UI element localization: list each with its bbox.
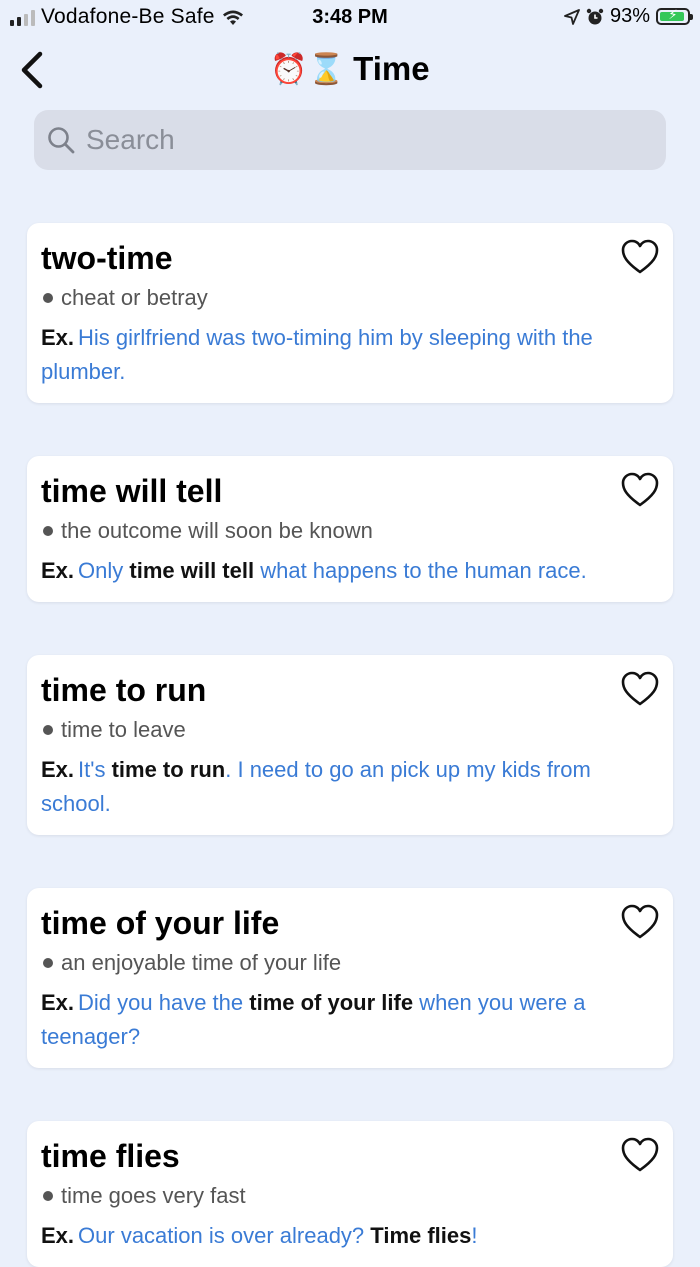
- idiom-meaning: time to leave: [41, 715, 659, 745]
- idiom-title: two-time: [41, 240, 173, 276]
- example-text: Only: [78, 558, 130, 583]
- battery-icon: ⚡: [656, 7, 693, 25]
- idiom-meaning: an enjoyable time of your life: [41, 948, 659, 978]
- favorite-button[interactable]: [621, 472, 659, 508]
- example-label: Ex.: [41, 325, 75, 350]
- idiom-meaning-text: cheat or betray: [61, 285, 208, 310]
- bullet-icon: [43, 958, 53, 968]
- alarm-clock-hourglass-icon: ⏰⌛: [270, 52, 346, 86]
- example-idiom-highlight: time will tell: [129, 558, 255, 583]
- example-text: !: [471, 1223, 478, 1248]
- idiom-title: time will tell: [41, 473, 223, 509]
- favorite-button[interactable]: [621, 239, 659, 275]
- favorite-button[interactable]: [621, 1137, 659, 1173]
- battery-percent: 93%: [609, 5, 650, 27]
- heart-icon: [621, 239, 659, 274]
- idiom-title: time of your life: [41, 905, 280, 941]
- nav-bar: ⏰⌛ Time: [0, 40, 700, 100]
- status-bar: Vodafone-Be Safe 3:48 PM 93% ⚡: [0, 0, 700, 36]
- example-text: Our vacation is over already?: [78, 1223, 371, 1248]
- bullet-icon: [43, 1191, 53, 1201]
- heart-icon: [621, 1137, 659, 1172]
- status-right: 93% ⚡: [564, 5, 693, 28]
- location-arrow-icon: [564, 8, 580, 25]
- idiom-card[interactable]: time to run time to leave Ex. It's time to …: [27, 655, 673, 835]
- idiom-meaning: cheat or betray: [41, 283, 659, 313]
- idiom-card[interactable]: time flies time goes very fast Ex. Our vaca…: [27, 1121, 673, 1267]
- idiom-meaning: the outcome will soon be known: [41, 516, 659, 546]
- search-input[interactable]: [84, 123, 648, 157]
- example-text: what happens to the human race.: [254, 558, 587, 583]
- example-idiom-highlight: Time flies: [370, 1223, 472, 1248]
- page-title-text: Time: [353, 50, 430, 87]
- example-text: His girlfriend was two-timing him by sle…: [41, 325, 593, 384]
- heart-icon: [621, 904, 659, 939]
- example-label: Ex.: [41, 558, 75, 583]
- example-idiom-highlight: time of your life: [249, 990, 414, 1015]
- idiom-meaning-text: an enjoyable time of your life: [61, 950, 342, 975]
- idiom-card[interactable]: time will tell the outcome will soon be k…: [27, 456, 673, 602]
- example-idiom-highlight: time to run: [111, 757, 226, 782]
- heart-icon: [621, 671, 659, 706]
- idiom-example: Ex. His girlfriend was two-timing him by …: [41, 321, 659, 389]
- example-label: Ex.: [41, 1223, 75, 1248]
- idiom-meaning-text: time to leave: [61, 717, 186, 742]
- example-label: Ex.: [41, 757, 75, 782]
- idiom-card[interactable]: time of your life an enjoyable time of yo…: [27, 888, 673, 1068]
- idiom-example: Ex. It's time to run. I need to go an pic…: [41, 753, 659, 821]
- idiom-example: Ex. Our vacation is over already? Time fl…: [41, 1219, 659, 1253]
- favorite-button[interactable]: [621, 671, 659, 707]
- heart-icon: [621, 472, 659, 507]
- idiom-example: Ex. Only time will tell what happens to t…: [41, 554, 659, 588]
- idiom-card[interactable]: two-time cheat or betray Ex. His girlfriend…: [27, 223, 673, 403]
- bullet-icon: [43, 725, 53, 735]
- favorite-button[interactable]: [621, 904, 659, 940]
- idiom-title: time flies: [41, 1138, 180, 1174]
- search-icon: [48, 127, 75, 154]
- example-text: Did you have the: [78, 990, 250, 1015]
- example-label: Ex.: [41, 990, 75, 1015]
- search-bar[interactable]: [34, 110, 666, 170]
- idiom-meaning-text: time goes very fast: [61, 1183, 246, 1208]
- bullet-icon: [43, 293, 53, 303]
- idiom-example: Ex. Did you have the time of your life wh…: [41, 986, 659, 1054]
- alarm-icon: [586, 8, 604, 24]
- bullet-icon: [43, 526, 53, 536]
- example-text: It's: [78, 757, 112, 782]
- idiom-meaning: time goes very fast: [41, 1181, 659, 1211]
- idiom-title: time to run: [41, 672, 207, 708]
- idiom-meaning-text: the outcome will soon be known: [61, 518, 373, 543]
- page-title: ⏰⌛ Time: [0, 50, 700, 88]
